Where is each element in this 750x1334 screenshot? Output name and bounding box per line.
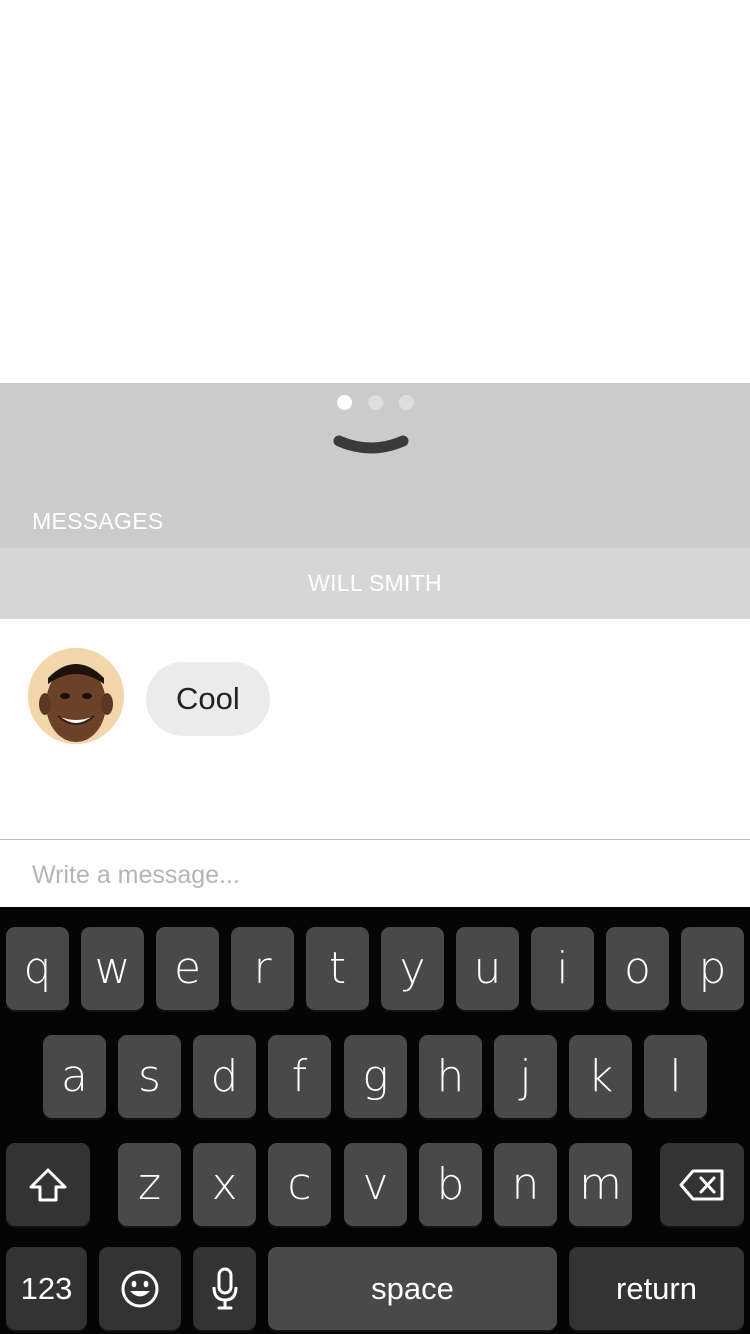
key-e[interactable]: e <box>156 927 219 1010</box>
key-u[interactable]: u <box>456 927 519 1010</box>
page-dot-3[interactable] <box>398 395 414 410</box>
key-v[interactable]: v <box>344 1143 407 1226</box>
conversation-header: WILL SMITH <box>0 548 750 619</box>
emoji-icon <box>121 1270 159 1307</box>
content-area <box>0 0 750 383</box>
key-g[interactable]: g <box>344 1035 407 1118</box>
contact-name: WILL SMITH <box>308 570 442 596</box>
key-f[interactable]: f <box>268 1035 331 1118</box>
key-p[interactable]: p <box>681 927 744 1010</box>
key-z[interactable]: z <box>118 1143 181 1226</box>
shift-icon <box>29 1168 67 1201</box>
key-h[interactable]: h <box>419 1035 482 1118</box>
return-key[interactable]: return <box>569 1247 744 1330</box>
message-text: Cool <box>176 681 240 716</box>
shift-key[interactable] <box>6 1143 90 1226</box>
dictation-key[interactable] <box>193 1247 256 1330</box>
message-composer <box>0 839 750 907</box>
key-k[interactable]: k <box>569 1035 632 1118</box>
messages-panel: MESSAGES <box>0 383 750 548</box>
key-n[interactable]: n <box>494 1143 557 1226</box>
numbers-key[interactable]: 123 <box>6 1247 87 1330</box>
avatar-face-icon <box>28 648 124 744</box>
key-q[interactable]: q <box>6 927 69 1010</box>
message-bubble[interactable]: Cool <box>146 662 270 736</box>
key-b[interactable]: b <box>419 1143 482 1226</box>
microphone-icon <box>212 1267 237 1309</box>
message-input[interactable] <box>20 848 730 902</box>
panel-title: MESSAGES <box>32 508 164 534</box>
key-l[interactable]: l <box>644 1035 707 1118</box>
key-d[interactable]: d <box>193 1035 256 1118</box>
key-w[interactable]: w <box>81 927 144 1010</box>
key-y[interactable]: y <box>381 927 444 1010</box>
key-m[interactable]: m <box>569 1143 632 1226</box>
key-o[interactable]: o <box>606 927 669 1010</box>
page-dot-1[interactable] <box>336 395 352 410</box>
backspace-icon <box>679 1169 724 1200</box>
key-r[interactable]: r <box>231 927 294 1010</box>
collapse-chevron-icon[interactable] <box>333 433 409 463</box>
message-thread: Cool <box>0 619 750 839</box>
page-dot-2[interactable] <box>367 395 383 410</box>
key-s[interactable]: s <box>118 1035 181 1118</box>
page-indicator[interactable] <box>0 395 750 410</box>
key-t[interactable]: t <box>306 927 369 1010</box>
key-c[interactable]: c <box>268 1143 331 1226</box>
emoji-key[interactable] <box>99 1247 181 1330</box>
avatar[interactable] <box>28 648 124 744</box>
key-a[interactable]: a <box>43 1035 106 1118</box>
key-j[interactable]: j <box>494 1035 557 1118</box>
keyboard: q w e r t y u i o p a s d f g h j k l z … <box>0 907 750 1334</box>
key-i[interactable]: i <box>531 927 594 1010</box>
delete-key[interactable] <box>660 1143 744 1226</box>
space-key[interactable]: space <box>268 1247 557 1330</box>
key-x[interactable]: x <box>193 1143 256 1226</box>
